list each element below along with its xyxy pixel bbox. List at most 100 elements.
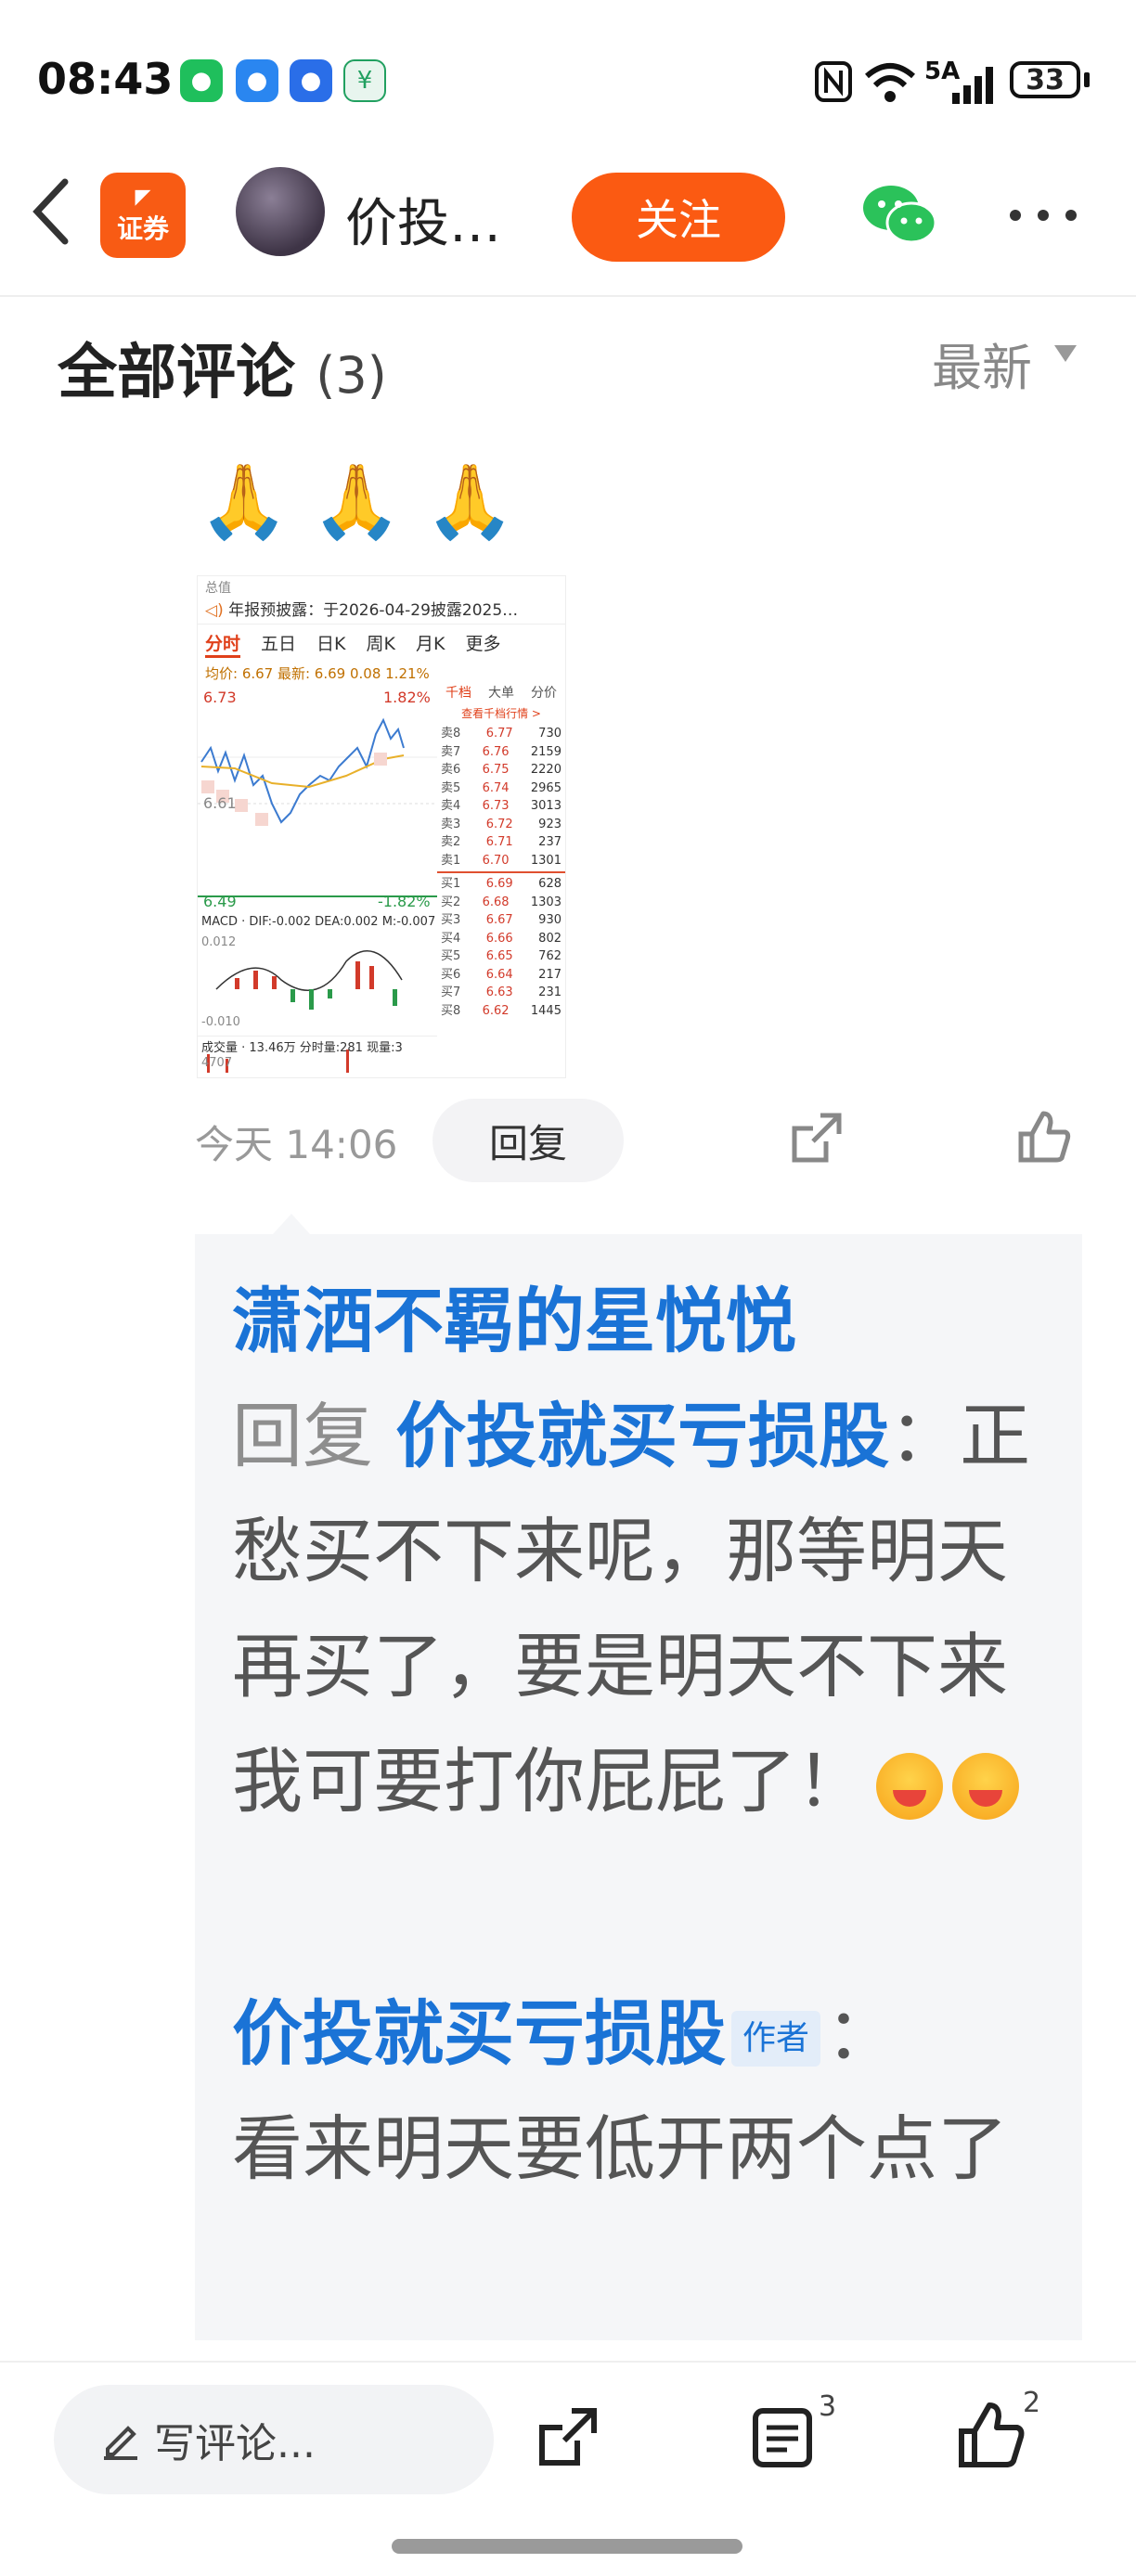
- follow-button[interactable]: 关注: [572, 173, 785, 262]
- app-logo[interactable]: ◤ 证券: [100, 173, 186, 258]
- order-book-row: 买5 6.65 762: [437, 947, 565, 966]
- order-price: 6.67: [485, 913, 513, 927]
- nav-divider: [0, 295, 1136, 297]
- order-book-row: 卖8 6.77 730: [437, 725, 565, 743]
- notice-text: 年报预披露：于2026-04-29披露2025…: [228, 601, 519, 620]
- nfc-icon: [815, 61, 852, 102]
- wechat-icon: ●: [180, 59, 223, 102]
- reply-button[interactable]: 回复: [432, 1099, 624, 1182]
- order-volume: 923: [538, 817, 562, 831]
- order-book-row: 卖6 6.75 2220: [437, 761, 565, 779]
- order-volume: 762: [538, 949, 562, 963]
- bid-list: 买1 6.69 628 买2 6.68 1303 买3 6.67 930 买4 6.66 802 买5 6…: [437, 875, 565, 1020]
- order-level: 卖7: [441, 744, 461, 759]
- order-level: 卖3: [441, 817, 461, 831]
- sort-dropdown[interactable]: 最新: [932, 327, 1032, 400]
- order-book-row: 卖1 6.70 1301: [437, 852, 565, 870]
- reply-box-tail: [273, 1214, 310, 1234]
- stock-screenshot-image[interactable]: 总值 ◁) 年报预披露：于2026-04-29披露2025… 分时 五日 日K …: [197, 575, 566, 1078]
- order-book-row: 卖3 6.72 923: [437, 816, 565, 834]
- reply-text: 看来明天要低开两个点了: [232, 2107, 1008, 2190]
- order-volume: 802: [538, 931, 562, 946]
- likes-count-badge: 2: [1023, 2387, 1041, 2419]
- order-level: 买8: [441, 1003, 461, 1018]
- screenshot-tab: 更多: [465, 634, 501, 654]
- price-high: 6.73: [203, 689, 237, 706]
- write-comment-input[interactable]: 写评论...: [54, 2385, 494, 2494]
- order-book-row: 买7 6.63 231: [437, 984, 565, 1002]
- order-volume: 628: [538, 877, 562, 891]
- reply-colon: ：: [889, 1395, 961, 1477]
- screenshot-tab: 周K: [366, 634, 395, 654]
- like-icon[interactable]: [1015, 1108, 1073, 1166]
- reply-item-2[interactable]: 价投就买亏损股 作者： 看来明天要低开两个点了: [232, 1977, 1058, 2207]
- app-name-label: 证券: [116, 213, 169, 244]
- order-price: 6.68: [482, 895, 510, 909]
- reply-colon: ：: [826, 1992, 897, 2075]
- author-avatar[interactable]: [236, 167, 325, 256]
- order-level: 买2: [441, 895, 461, 909]
- share-bottom-icon[interactable]: [535, 2403, 601, 2470]
- reply-word: 回复: [232, 1395, 373, 1477]
- bank-icon: ¥: [343, 59, 386, 102]
- order-level: 卖2: [441, 835, 461, 849]
- order-volume: 1303: [530, 895, 562, 909]
- like-bottom-icon[interactable]: [956, 2400, 1026, 2470]
- order-tab: 大单: [488, 686, 514, 701]
- order-book-row: 买6 6.64 217: [437, 966, 565, 985]
- order-level: 卖4: [441, 799, 461, 813]
- back-arrow-icon: [32, 178, 69, 245]
- order-book: 千档 大单 分价 查看千档行情 > 卖8 6.77 730 卖7 6.76 2159 卖6 6…: [437, 683, 565, 1073]
- order-book-row: 买2 6.68 1303: [437, 894, 565, 912]
- order-volume: 1301: [530, 853, 562, 868]
- order-level: 买1: [441, 877, 461, 891]
- screenshot-tab: 分时: [205, 630, 241, 658]
- order-price: 6.62: [482, 1003, 510, 1018]
- battery-indicator: 33: [1010, 61, 1080, 98]
- order-level: 卖8: [441, 727, 461, 741]
- order-book-row: 卖5 6.74 2965: [437, 779, 565, 798]
- order-price: 6.69: [485, 877, 513, 891]
- view-order-link: 查看千档行情 >: [461, 707, 541, 720]
- sort-caret-icon[interactable]: [1054, 345, 1077, 362]
- order-price: 6.77: [485, 727, 513, 741]
- reply-username[interactable]: 潇洒不羁的星悦悦: [232, 1264, 1058, 1379]
- reply-username[interactable]: 价投就买亏损股: [232, 1992, 726, 2075]
- wechat-share-icon[interactable]: [861, 182, 937, 247]
- wink-tongue-emoji-icon: [876, 1753, 943, 1820]
- screenshot-chart-area: 6.73 1.82% 6.61 6.49 -1.82% MACD · DIF:-…: [198, 683, 565, 1073]
- author-name[interactable]: 价投…: [345, 182, 501, 257]
- more-options-icon[interactable]: [1008, 208, 1078, 223]
- screenshot-notice: ◁) 年报预披露：于2026-04-29披露2025…: [198, 593, 565, 625]
- order-book-row: 卖7 6.76 2159: [437, 743, 565, 762]
- wifi-icon: [865, 63, 915, 102]
- pct-low: -1.82%: [378, 893, 431, 910]
- comments-count-badge: 3: [819, 2390, 837, 2423]
- write-comment-placeholder: 写评论...: [154, 2420, 316, 2467]
- book-divider: [437, 871, 565, 873]
- messages-icon: ●: [236, 59, 278, 102]
- macd-bottom: -0.010: [201, 1015, 240, 1029]
- reply-item-1[interactable]: 潇洒不羁的星悦悦 回复 价投就买亏损股：正愁买不下来呢，那等明天再买了，要是明天…: [232, 1264, 1058, 1839]
- order-price: 6.64: [485, 967, 513, 982]
- order-book-row: 买1 6.69 628: [437, 875, 565, 894]
- order-volume: 2159: [530, 744, 562, 759]
- home-indicator[interactable]: [392, 2539, 742, 2554]
- order-price: 6.75: [482, 763, 510, 777]
- back-button[interactable]: [28, 174, 74, 261]
- reply-target-username[interactable]: 价投就买亏损股: [395, 1395, 889, 1477]
- order-tab: 分价: [531, 686, 557, 701]
- share-icon[interactable]: [789, 1110, 845, 1166]
- comment-time: 今天 14:06: [195, 1122, 398, 1167]
- order-volume: 3013: [530, 799, 562, 813]
- comments-icon[interactable]: [750, 2403, 815, 2470]
- ask-list: 卖8 6.77 730 卖7 6.76 2159 卖6 6.75 2220 卖5 6.74 2965 卖…: [437, 725, 565, 869]
- order-volume: 1445: [530, 1003, 562, 1018]
- order-volume: 2965: [530, 780, 562, 795]
- order-level: 买3: [441, 913, 461, 927]
- order-price: 6.74: [482, 780, 510, 795]
- screenshot-top-strip: 总值: [205, 581, 231, 593]
- author-badge: 作者: [731, 2011, 821, 2067]
- order-price: 6.72: [485, 817, 513, 831]
- price-mid: 6.61: [203, 794, 237, 812]
